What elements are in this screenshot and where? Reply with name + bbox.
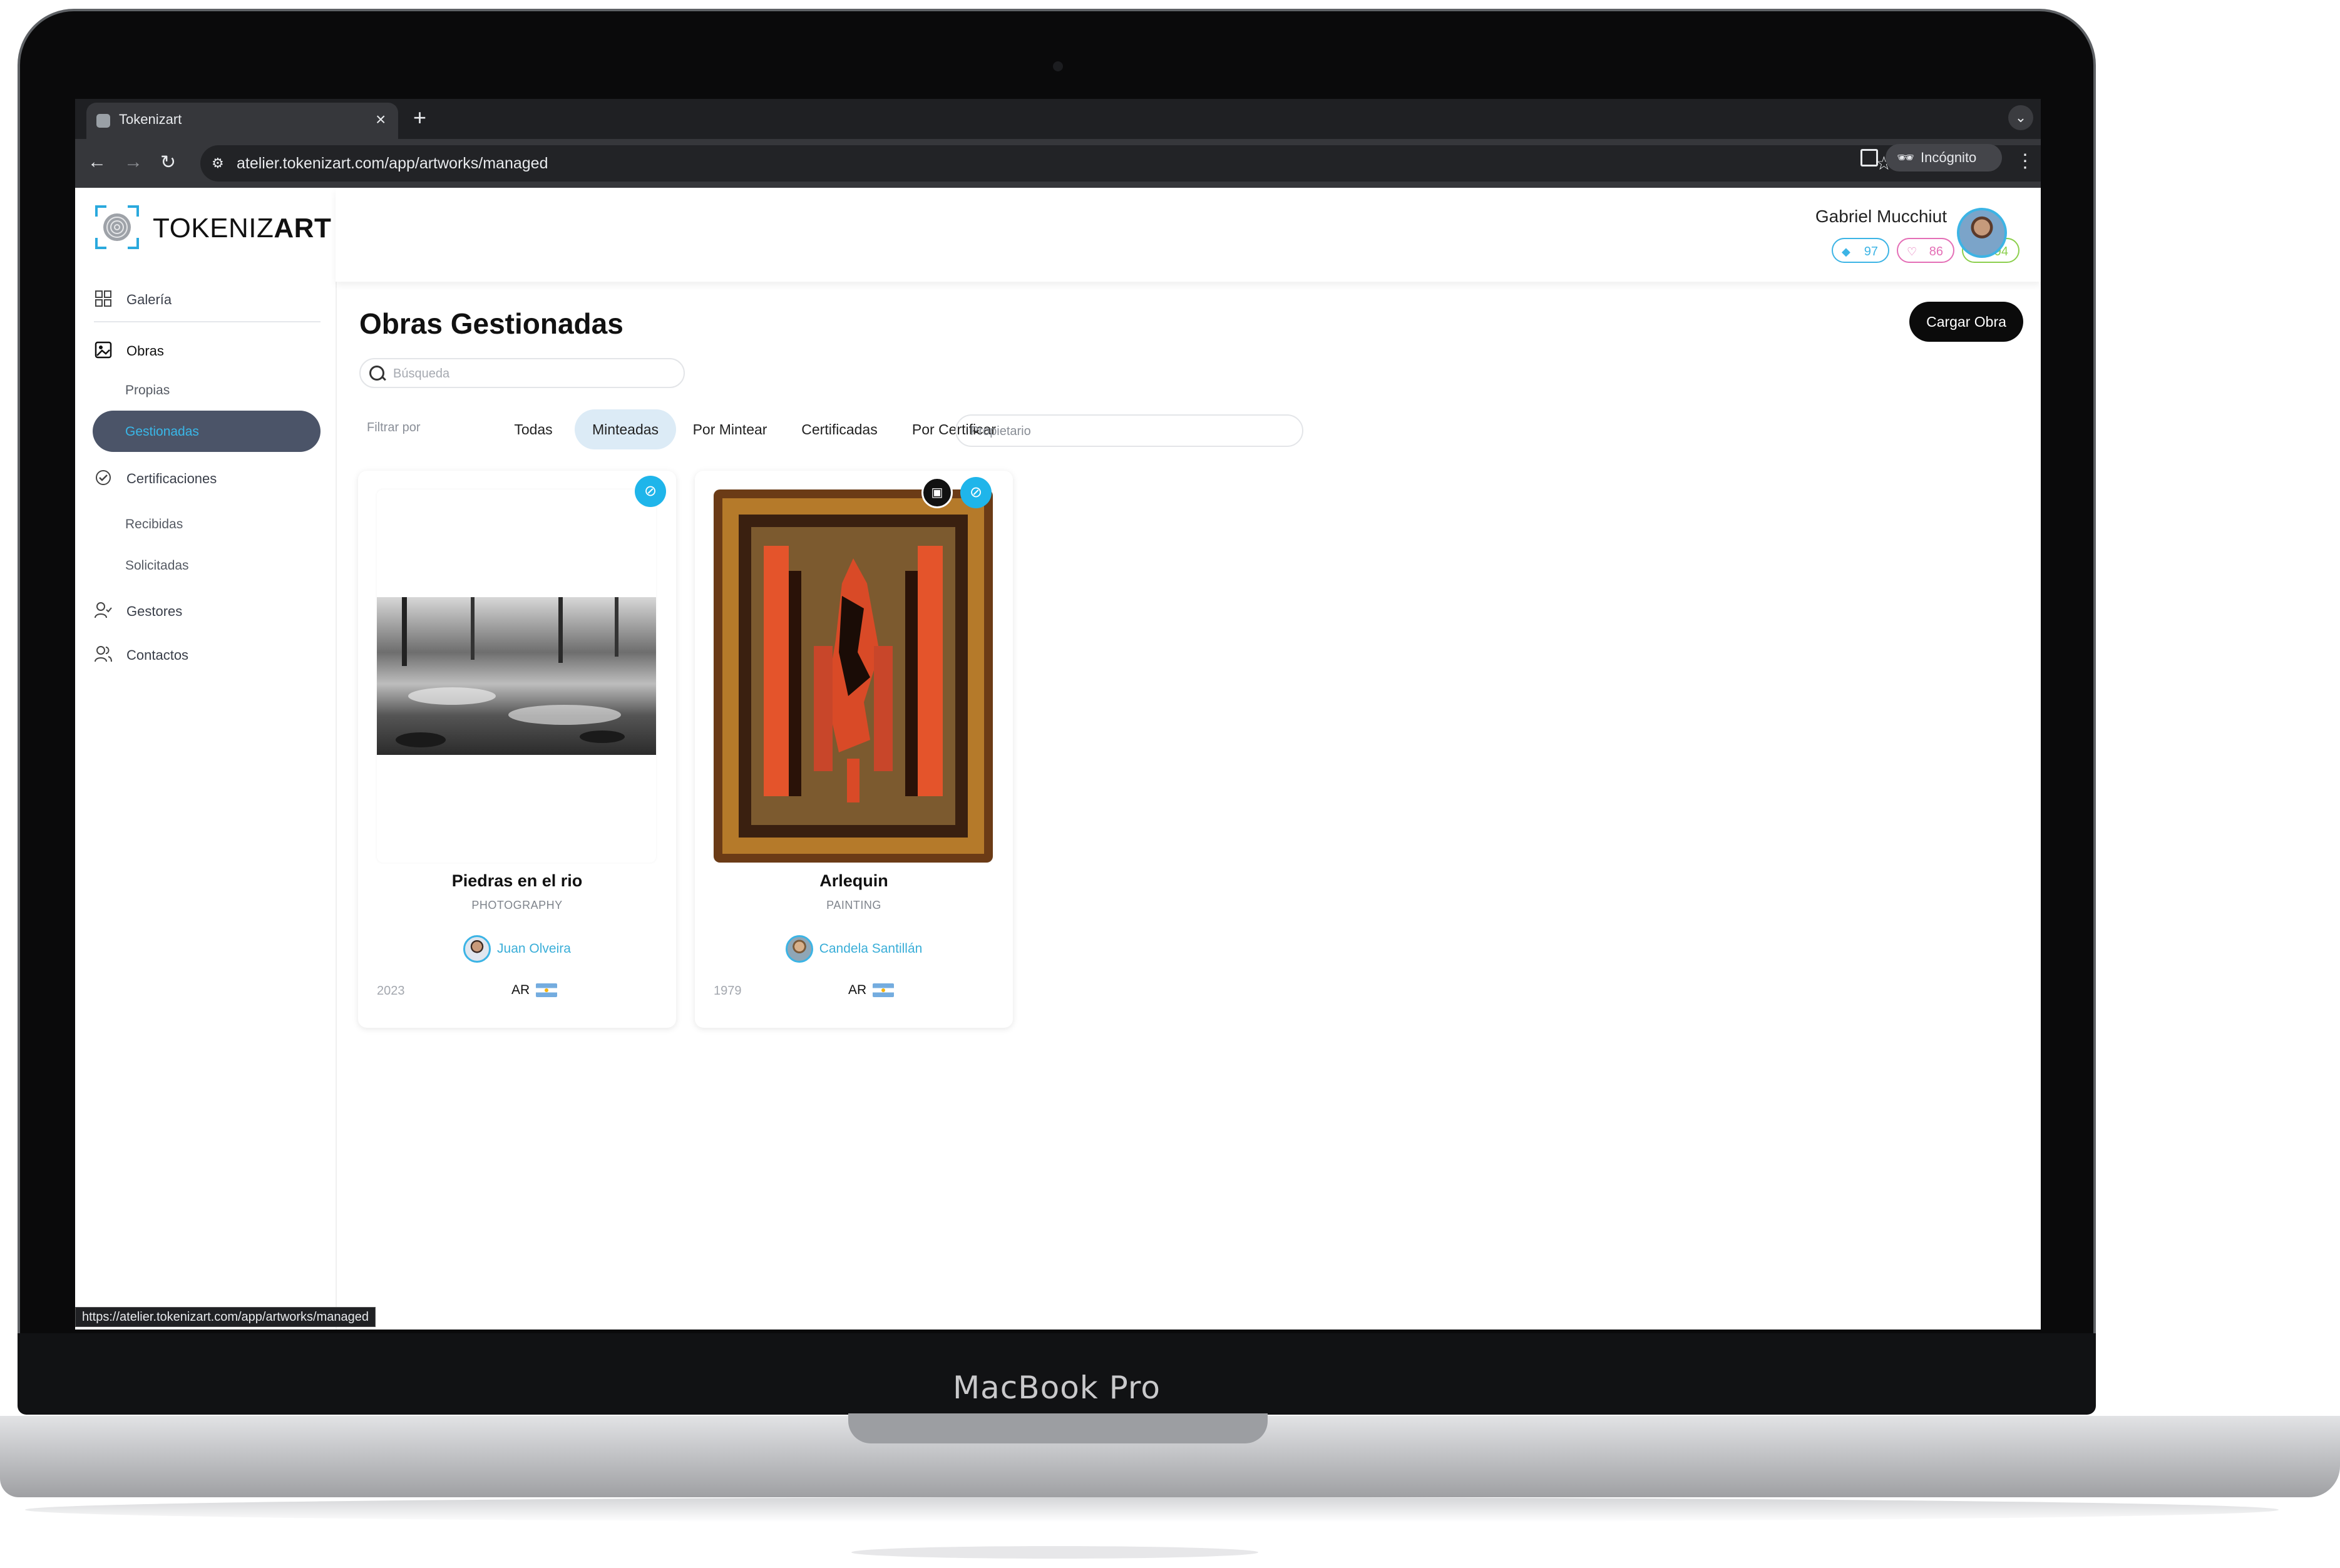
- artwork-artist[interactable]: Candela Santillán: [695, 935, 1013, 963]
- stat-value: 97: [1864, 245, 1878, 259]
- argentina-flag-icon: [536, 983, 558, 998]
- browser-tab[interactable]: Tokenizart ×: [86, 103, 398, 139]
- side-panel-icon[interactable]: [1860, 149, 1878, 167]
- artwork-artist[interactable]: Juan Olveira: [358, 935, 676, 963]
- mint-status-icon[interactable]: ⊘: [960, 477, 992, 508]
- laptop-foot: [851, 1546, 1258, 1559]
- artwork-card[interactable]: ⊘ Piedras en el rio PHOTOGRAPHY Juan Olv…: [358, 471, 676, 1028]
- filter-minteadas[interactable]: Minteadas: [575, 409, 676, 449]
- tag-icon: ◆: [1842, 245, 1850, 258]
- user-check-icon: [95, 602, 112, 618]
- sidebar-item-solicitadas[interactable]: Solicitadas: [125, 558, 189, 573]
- artwork-country: AR: [511, 983, 558, 998]
- sidebar-item-label: Galería: [126, 292, 172, 307]
- users-icon: [95, 646, 112, 662]
- artwork-country: AR: [848, 983, 895, 998]
- incognito-label: Incógnito: [1921, 150, 1977, 165]
- artwork-category: PAINTING: [826, 899, 881, 911]
- sidebar-item-label: Gestionadas: [125, 424, 199, 439]
- close-tab-icon[interactable]: ×: [376, 110, 386, 130]
- sidebar: TOKENIZART Galería Obras Propias Gestion…: [75, 188, 337, 1330]
- laptop-notch: [848, 1413, 1268, 1443]
- app-header: Gabriel Mucchiut ◆97 ♡86 ⚭94: [336, 188, 2041, 282]
- search-field[interactable]: [359, 358, 685, 388]
- url-bar[interactable]: ⚙ atelier.tokenizart.com/app/artworks/ma…: [200, 145, 2041, 182]
- sidebar-item-label: Gestores: [126, 603, 183, 619]
- tab-search-chevron-icon[interactable]: ⌄: [2008, 105, 2033, 130]
- image-icon: [95, 341, 112, 359]
- incognito-badge[interactable]: 🕶 Incógnito: [1886, 144, 2002, 172]
- incognito-icon: 🕶: [1897, 150, 1914, 165]
- upload-artwork-button[interactable]: Cargar Obra: [1909, 302, 2023, 342]
- artist-avatar: [785, 935, 813, 963]
- artwork-title: Arlequin: [819, 871, 888, 890]
- sidebar-item-gestionadas[interactable]: Gestionadas: [93, 411, 321, 452]
- mint-status-icon[interactable]: ⊘: [635, 476, 666, 507]
- forward-arrow-icon[interactable]: →: [124, 151, 143, 173]
- filter-todas[interactable]: Todas: [510, 409, 557, 449]
- browser-tab-bar: Tokenizart × + ⌄: [75, 99, 2041, 139]
- address-bar-row: ← → ↻ ⚙ atelier.tokenizart.com/app/artwo…: [75, 139, 2041, 188]
- argentina-flag-icon: [873, 983, 895, 998]
- image-gallery-icon[interactable]: ▣: [921, 477, 953, 508]
- web-app: TOKENIZART Galería Obras Propias Gestion…: [75, 188, 2041, 1330]
- tab-title: Tokenizart: [119, 111, 182, 127]
- logo-wordmark[interactable]: TOKENIZART: [153, 213, 331, 244]
- heart-icon: ♡: [1907, 245, 1917, 258]
- device-brand-label: MacBook Pro: [953, 1370, 1161, 1406]
- back-arrow-icon[interactable]: ←: [88, 151, 106, 173]
- favicon-icon: [96, 114, 110, 128]
- artwork-card[interactable]: ▣ ⊘ Arlequin PAINTING Candela Santillán …: [695, 471, 1013, 1028]
- search-input[interactable]: [392, 364, 670, 383]
- chevron-down-icon: ⌄: [970, 421, 982, 436]
- river-photo: [377, 597, 656, 755]
- filter-label: Filtrar por: [367, 421, 421, 434]
- artwork-category: PHOTOGRAPHY: [471, 899, 563, 911]
- laptop-shadow: [25, 1497, 2279, 1522]
- artwork-image[interactable]: [377, 489, 656, 863]
- stat-badge-tags: ◆ 97: [1832, 238, 1889, 263]
- artwork-title: Piedras en el rio: [451, 871, 583, 890]
- check-circle-icon: [96, 470, 111, 485]
- artwork-year: 2023: [377, 984, 405, 998]
- sidebar-item-label: Contactos: [126, 647, 189, 663]
- country-code: AR: [511, 983, 530, 997]
- webcam: [1053, 61, 1063, 71]
- browser-menu-icon[interactable]: ⋮: [2016, 150, 2035, 172]
- filter-por-mintear[interactable]: Por Mintear: [685, 409, 775, 449]
- stat-value: 86: [1929, 245, 1943, 259]
- page-title: Obras Gestionadas: [359, 307, 623, 340]
- logo-text-light: TOKENIZ: [153, 213, 274, 243]
- grid-icon: [95, 290, 111, 307]
- artist-avatar: [463, 935, 491, 963]
- new-tab-icon[interactable]: +: [413, 105, 426, 130]
- sidebar-item-propias[interactable]: Propias: [125, 383, 170, 398]
- site-settings-icon[interactable]: ⚙: [212, 155, 224, 172]
- sidebar-item-label: Obras: [126, 343, 164, 359]
- artwork-image[interactable]: [714, 489, 993, 863]
- sidebar-divider: [94, 321, 321, 322]
- logo-text-bold: ART: [274, 213, 332, 243]
- user-avatar[interactable]: [1957, 208, 2007, 258]
- reload-icon[interactable]: ↻: [160, 151, 176, 173]
- artist-name: Candela Santillán: [819, 941, 923, 956]
- artist-name: Juan Olveira: [497, 941, 571, 956]
- harlequin-painting: [714, 489, 993, 863]
- logo-fingerprint-icon: [95, 205, 139, 249]
- filter-certificadas[interactable]: Certificadas: [793, 409, 886, 449]
- owner-select[interactable]: Propietario ⌄: [955, 414, 1303, 447]
- artwork-year: 1979: [714, 984, 742, 998]
- sidebar-item-recibidas[interactable]: Recibidas: [125, 517, 183, 532]
- user-name: Gabriel Mucchiut: [1815, 207, 1947, 226]
- sidebar-item-label: Certificaciones: [126, 471, 217, 486]
- stat-badge-likes: ♡ 86: [1897, 238, 1954, 263]
- url-text: atelier.tokenizart.com/app/artworks/mana…: [237, 155, 548, 172]
- search-icon: [369, 366, 384, 381]
- status-bar-url: https://atelier.tokenizart.com/app/artwo…: [75, 1307, 376, 1327]
- country-code: AR: [848, 983, 867, 997]
- screen: Tokenizart × + ⌄ ← → ↻ ⚙ atelier.tokeniz…: [75, 99, 2041, 1330]
